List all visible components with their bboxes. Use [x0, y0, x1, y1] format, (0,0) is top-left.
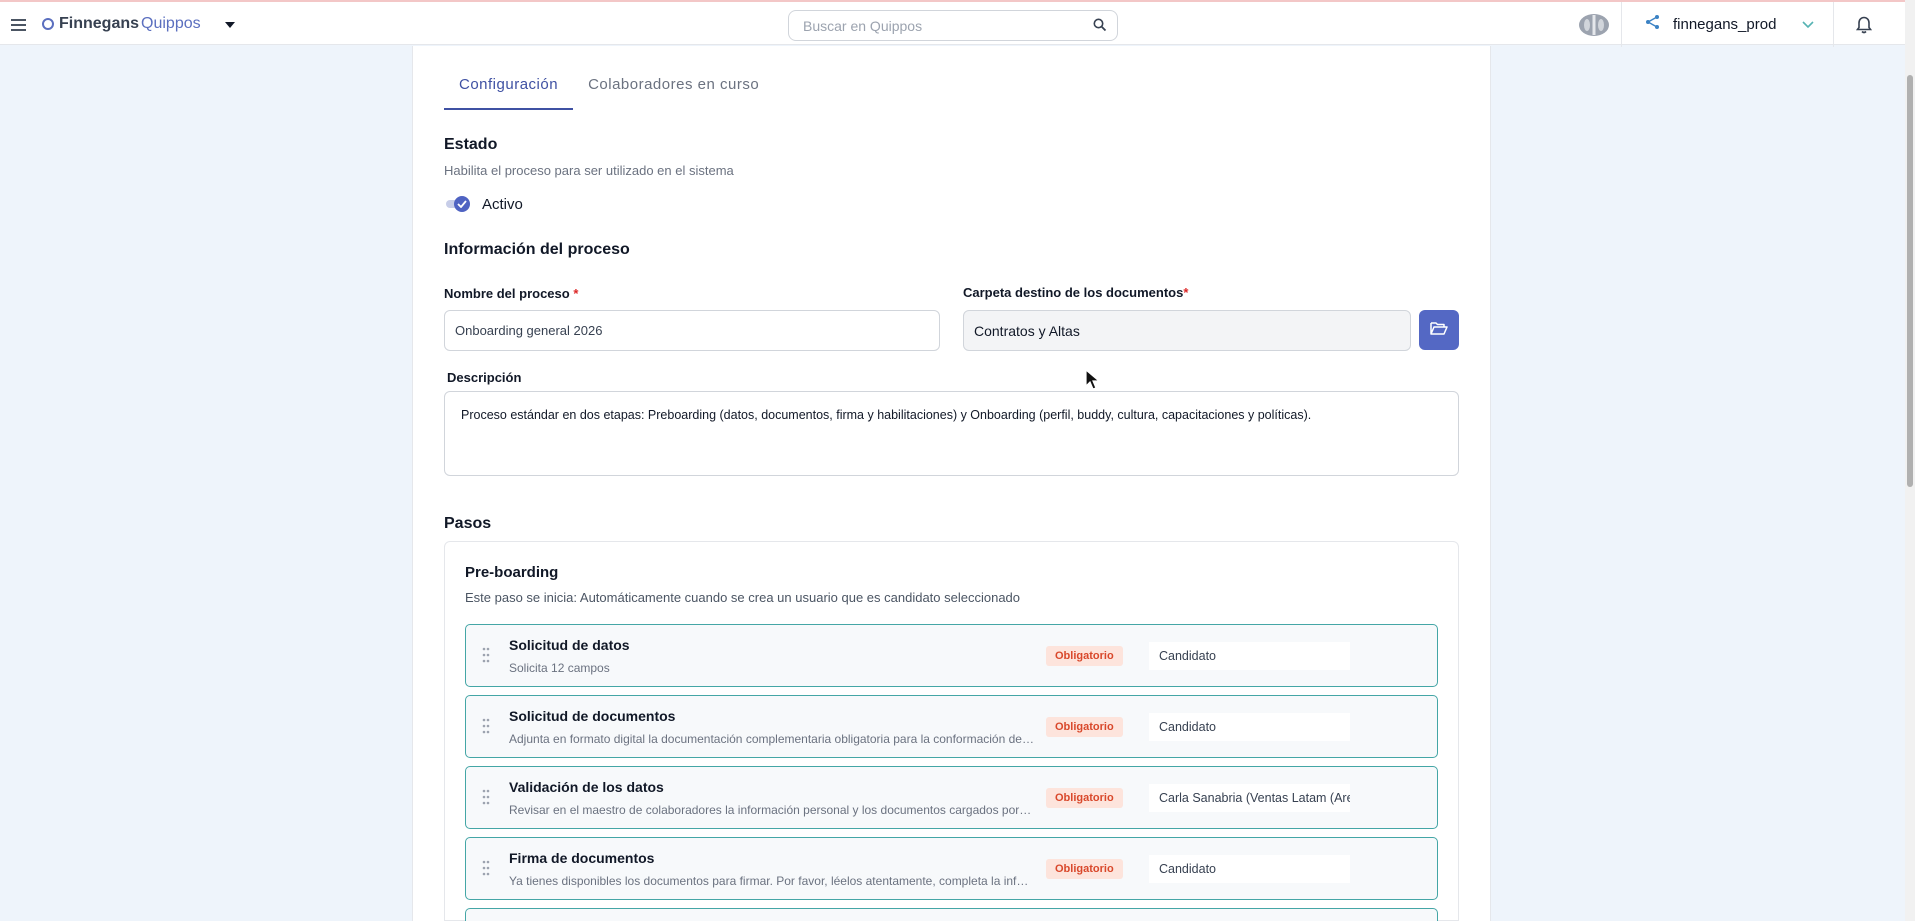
- info-title: Información del proceso: [444, 241, 630, 258]
- step-card[interactable]: Validación de los datos Revisar en el ma…: [465, 766, 1438, 829]
- share-icon: [1645, 14, 1661, 34]
- step-title: Solicitud de documentos: [509, 708, 676, 724]
- brain-icon[interactable]: [1578, 12, 1610, 38]
- carpeta-destino-label-text: Carpeta destino de los documentos: [963, 285, 1184, 300]
- drag-handle-icon[interactable]: [482, 718, 490, 739]
- pasos-title: Pasos: [444, 515, 492, 532]
- search-icon[interactable]: [1093, 18, 1107, 37]
- folder-open-icon: [1430, 321, 1448, 340]
- required-mark: *: [573, 286, 579, 301]
- drag-handle-icon[interactable]: [482, 789, 490, 810]
- step-description: Revisar en el maestro de colaboradores l…: [509, 803, 1034, 817]
- scrollbar[interactable]: [1905, 0, 1915, 921]
- environment-selector[interactable]: finnegans_prod: [1645, 14, 1814, 34]
- tab-bar: Configuración Colaboradores en curso: [444, 62, 774, 110]
- tab-configuracion[interactable]: Configuración: [444, 62, 574, 110]
- step-card[interactable]: Firma de documentos Ya tienes disponible…: [465, 837, 1438, 900]
- carpeta-destino-label: Carpeta destino de los documentos*: [963, 285, 1188, 300]
- logo-text-quippos: Quippos: [141, 15, 201, 32]
- nombre-proceso-label-text: Nombre del proceso: [444, 286, 570, 301]
- app-logo[interactable]: Finnegans Quippos: [42, 15, 201, 33]
- required-badge: Obligatorio: [1046, 859, 1123, 879]
- estado-subtitle: Habilita el proceso para ser utilizado e…: [444, 163, 734, 178]
- step-assignee[interactable]: Candidato: [1149, 855, 1350, 883]
- activo-toggle[interactable]: [444, 195, 472, 213]
- search-input[interactable]: [789, 11, 1069, 40]
- bell-icon[interactable]: [1855, 16, 1873, 39]
- estado-title: Estado: [444, 136, 498, 153]
- choose-folder-button[interactable]: [1419, 310, 1459, 350]
- required-mark: *: [1183, 285, 1189, 300]
- top-bar: Finnegans Quippos finnegans_prod: [0, 0, 1905, 47]
- required-badge: Obligatorio: [1046, 646, 1123, 666]
- step-description: Ya tienes disponibles los documentos par…: [509, 874, 1034, 888]
- activo-label: Activo: [482, 196, 523, 213]
- chevron-down-icon: [1802, 16, 1814, 33]
- step-title: Firma de documentos: [509, 850, 655, 866]
- step-assignee[interactable]: Candidato: [1149, 713, 1350, 741]
- topbar-divider: [1621, 2, 1622, 47]
- logo-icon: [42, 18, 54, 30]
- stage-title: Pre-boarding: [465, 564, 559, 581]
- step-assignee[interactable]: Candidato: [1149, 642, 1350, 670]
- carpeta-destino-input[interactable]: [963, 310, 1411, 351]
- step-description: Adjunta en formato digital la documentac…: [509, 732, 1034, 746]
- caret-down-icon[interactable]: [225, 22, 235, 28]
- step-card[interactable]: Solicitud de documentos Adjunta en forma…: [465, 695, 1438, 758]
- environment-name: finnegans_prod: [1673, 15, 1777, 33]
- descripcion-textarea[interactable]: Proceso estándar en dos etapas: Preboard…: [444, 391, 1459, 476]
- topbar-divider: [1833, 2, 1834, 47]
- descripcion-label: Descripción: [447, 370, 522, 385]
- step-card[interactable]: Solicitud de datos Solicita 12 campos Ob…: [465, 624, 1438, 687]
- search-box: [788, 10, 1118, 41]
- menu-icon[interactable]: [11, 19, 26, 31]
- cursor-icon: [1084, 368, 1102, 396]
- stage-subtitle: Este paso se inicia: Automáticamente cua…: [465, 590, 1021, 605]
- drag-handle-icon[interactable]: [482, 647, 490, 668]
- required-badge: Obligatorio: [1046, 717, 1123, 737]
- nombre-proceso-label: Nombre del proceso *: [444, 286, 578, 301]
- step-title: Validación de los datos: [509, 779, 664, 795]
- logo-text-finnegans: Finnegans: [59, 15, 140, 32]
- drag-handle-icon[interactable]: [482, 860, 490, 881]
- check-icon: [454, 196, 470, 212]
- required-badge: Obligatorio: [1046, 788, 1123, 808]
- step-card-partial[interactable]: [465, 908, 1438, 921]
- step-title: Solicitud de datos: [509, 637, 630, 653]
- step-assignee[interactable]: Carla Sanabria (Ventas Latam (Area: [1149, 784, 1350, 812]
- scrollbar-thumb[interactable]: [1907, 75, 1913, 487]
- step-description: Solicita 12 campos: [509, 661, 610, 675]
- nombre-proceso-input[interactable]: [444, 310, 940, 351]
- tab-colaboradores-en-curso[interactable]: Colaboradores en curso: [573, 62, 774, 110]
